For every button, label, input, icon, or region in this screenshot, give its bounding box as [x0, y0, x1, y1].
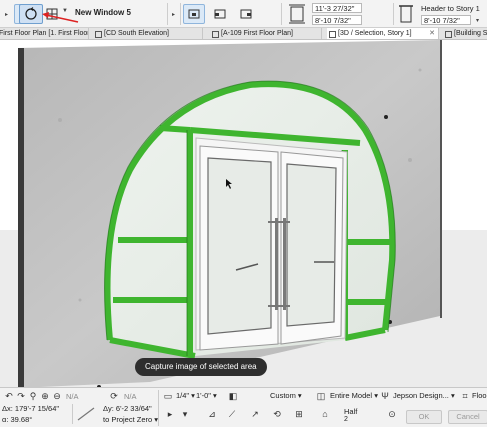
collapse-button[interactable]: ▸: [169, 4, 178, 24]
cancel-button[interactable]: Cancel: [448, 410, 487, 424]
measure-line-icon: [77, 407, 95, 421]
tab-label: [CD South Elevation]: [104, 30, 169, 37]
anchor-left-button[interactable]: [209, 4, 231, 24]
anchor-right-icon: [240, 9, 252, 19]
half-label: Half: [344, 407, 358, 416]
pen-set-icon: Ψ: [381, 391, 389, 401]
scale-dropdown[interactable]: 1/4" ▾: [176, 390, 195, 401]
rotate-icon: [25, 7, 37, 20]
info-box-toolbar: ▸ ↖ ▼ New Window 5 ▸ 11'-3 27/32" 8'-10 …: [0, 0, 487, 28]
tab-3d-selection[interactable]: [3D / Selection, Story 1] ✕: [327, 28, 439, 39]
header-height-icon: [399, 5, 413, 23]
delta-x-readout: Δx: 179'-7 15/64": [2, 404, 60, 413]
tab-building-section[interactable]: [Building S: [443, 28, 487, 39]
layout-icon: [212, 30, 219, 38]
window-name-label: New Window 5: [75, 8, 131, 17]
scale-label: 1/4": [176, 391, 190, 400]
ok-button[interactable]: OK: [406, 410, 442, 424]
zoom-out-icon[interactable]: ⊖: [50, 390, 64, 402]
elevation-view-icon: [95, 30, 102, 38]
guide-line-icon[interactable]: ⟋: [225, 408, 239, 420]
custom-dropdown[interactable]: Custom ▾: [270, 390, 302, 401]
red-arrow-annotation: [42, 12, 79, 23]
anchor-icon: [188, 9, 200, 19]
section-view-icon: [445, 30, 452, 38]
toolbar-menu-button[interactable]: ▸: [0, 4, 13, 24]
anchor-right-button[interactable]: [235, 4, 257, 24]
tab-label: [Building S: [454, 30, 487, 37]
3d-model-render: [0, 40, 487, 387]
header-to-story-label: Header to Story 1: [421, 4, 480, 13]
pen-set-dropdown[interactable]: Jepson Design... ▾: [393, 390, 455, 401]
transform-icon[interactable]: ⊞: [292, 408, 306, 420]
layer-combination-icon: ◧: [228, 390, 238, 401]
pen-set-label: Jepson Design...: [393, 391, 449, 400]
chevron-down-icon[interactable]: ▾: [476, 17, 479, 24]
na-value-2: N/A: [124, 392, 137, 401]
floor-icon: ⌗: [462, 390, 468, 401]
rotate-tool-icon[interactable]: ⟲: [270, 408, 284, 420]
width-field[interactable]: 11'-3 27/32": [312, 3, 362, 13]
trace-icon[interactable]: ↗: [248, 408, 262, 420]
custom-label: Custom: [270, 391, 296, 400]
scale-value-label: 1'-0": [196, 391, 211, 400]
3d-view-icon: [329, 30, 336, 38]
scale-icon: ▭: [163, 390, 173, 401]
angle-readout: α: 39.68°: [2, 415, 33, 424]
rotate-view-icon[interactable]: ⟳: [107, 390, 121, 402]
height-field[interactable]: 8'-10 7/32": [312, 15, 362, 25]
quick-options-bar: ↶ ↷ ⚲ ⊕ ⊖ N/A ⟳ N/A ▭ 1/4" ▾ 1'-0" ▾ ◧ C…: [0, 387, 487, 427]
scale-value-dropdown[interactable]: 1'-0" ▾: [196, 390, 217, 401]
tab-label: First Floor Plan [1. First Floor]: [0, 30, 89, 37]
entire-model-label: Entire Model: [330, 391, 373, 400]
view-tab-bar: First Floor Plan [1. First Floor] [CD So…: [0, 28, 487, 40]
3d-viewport[interactable]: Capture image of selected area: [0, 40, 487, 387]
triangle-right-icon: ▸: [171, 11, 175, 18]
na-value-1: N/A: [66, 392, 79, 401]
entire-model-dropdown[interactable]: Entire Model ▾: [330, 390, 378, 401]
half-count: 2: [344, 416, 348, 423]
delta-y-readout: Δy: 6'-2 33/64": [103, 404, 152, 413]
model-view-icon: ◫: [316, 390, 326, 401]
roof-tool-icon[interactable]: ⌂: [318, 408, 332, 420]
floor-label: Floor: [472, 391, 487, 400]
tab-a109-first-floor-plan[interactable]: [A-109 First Floor Plan]: [210, 28, 322, 39]
anchor-left-icon: [214, 9, 226, 19]
snap-icon[interactable]: ⊿: [205, 408, 219, 420]
arrow-down-icon[interactable]: ▾: [178, 408, 192, 420]
window-size-icon: [289, 4, 305, 24]
project-zero-dropdown[interactable]: to Project Zero ▾: [103, 414, 158, 425]
anchor-center-button[interactable]: [183, 4, 205, 24]
tab-first-floor-plan[interactable]: First Floor Plan [1. First Floor]: [0, 28, 89, 39]
tab-label: [A-109 First Floor Plan]: [221, 30, 293, 37]
header-height-field[interactable]: 8'-10 7/32": [421, 15, 471, 25]
close-icon[interactable]: ✕: [429, 28, 438, 39]
tab-label: [3D / Selection, Story 1]: [338, 30, 412, 37]
triangle-right-icon: ▸: [4, 11, 8, 18]
project-zero-label: to Project Zero: [103, 415, 153, 424]
snap-arrow-icon[interactable]: ▸: [163, 408, 177, 420]
capture-tooltip: Capture image of selected area: [135, 358, 267, 376]
zoom-fit-icon[interactable]: ⊙: [385, 408, 399, 420]
tab-cd-south-elevation[interactable]: [CD South Elevation]: [93, 28, 203, 39]
floor-dropdown[interactable]: Floor: [472, 390, 487, 401]
